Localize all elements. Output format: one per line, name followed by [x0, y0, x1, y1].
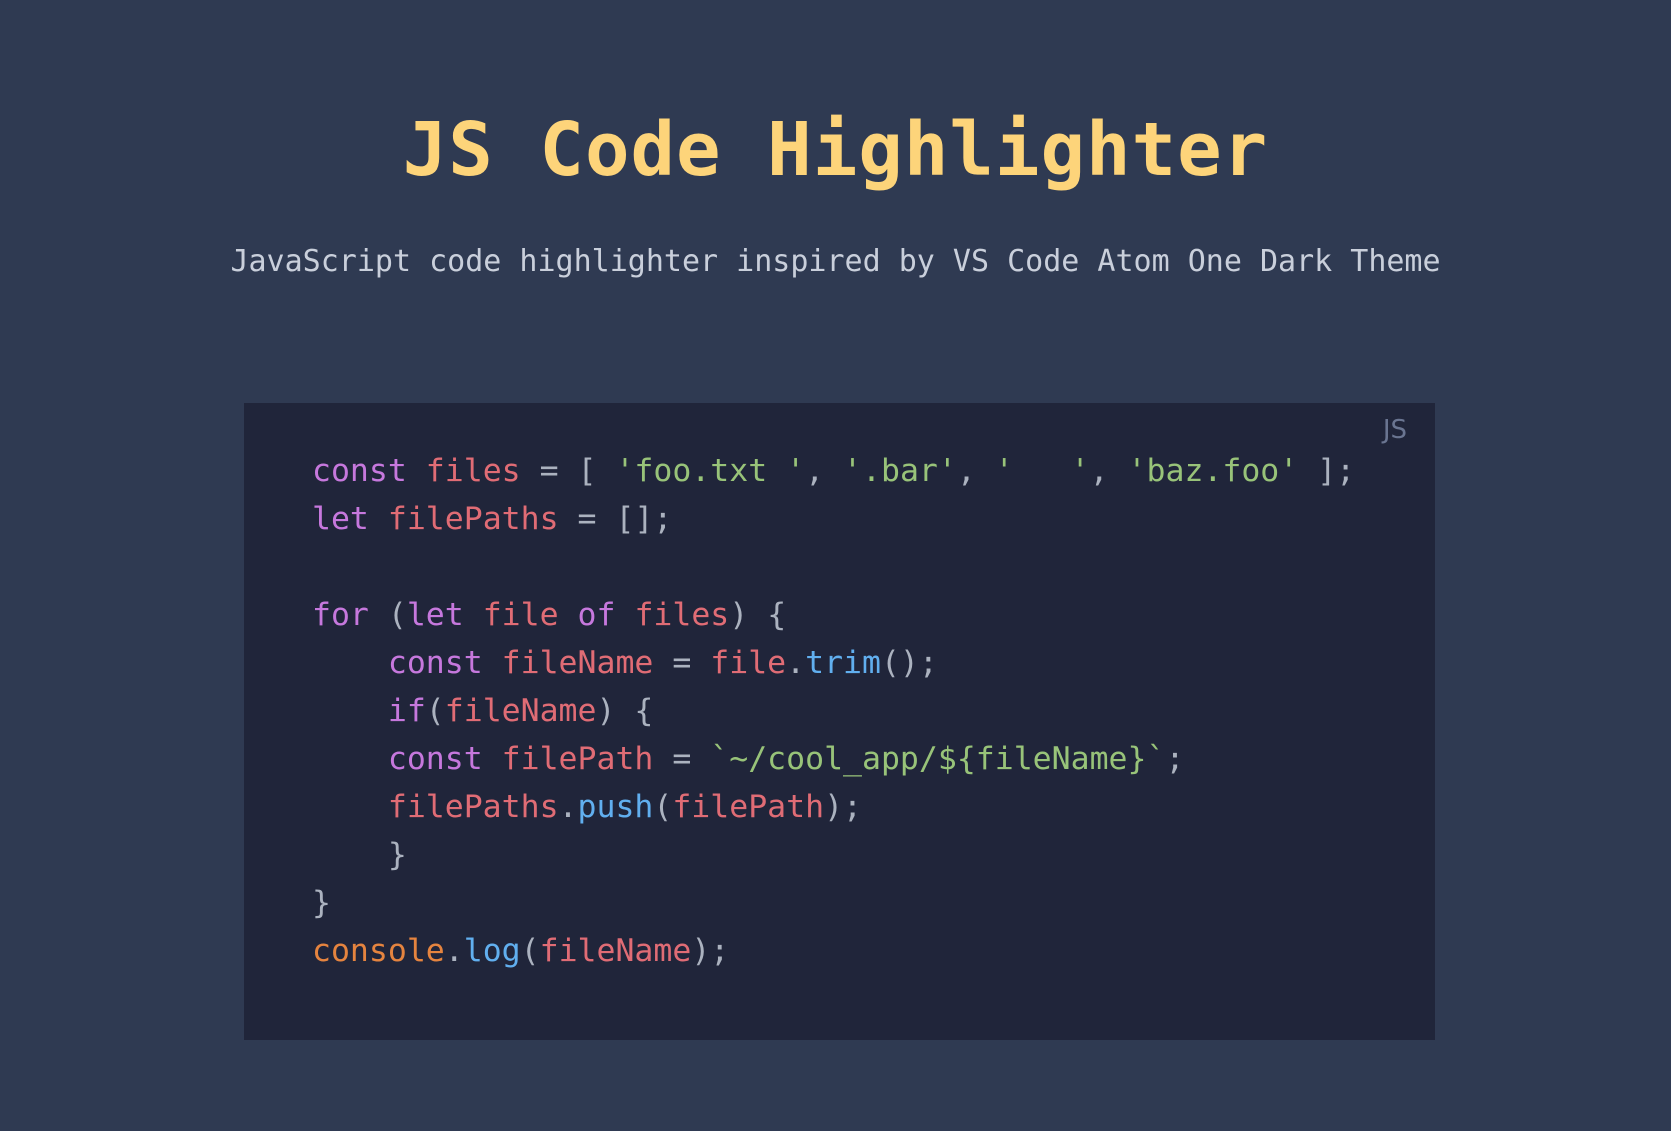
code-punctuation: [312, 645, 388, 681]
code-punctuation: }: [312, 837, 407, 873]
code-punctuation: (: [520, 933, 540, 969]
code-punctuation: }: [312, 885, 331, 921]
code-punctuation: ,: [805, 453, 844, 489]
code-function: log: [463, 933, 521, 969]
code-punctuation: [312, 693, 388, 729]
code-keyword: let: [406, 597, 464, 633]
code-punctuation: [407, 453, 426, 489]
code-punctuation: .: [444, 933, 464, 969]
code-line: const fileName = file.trim();: [312, 639, 1355, 687]
code-variable: filePath: [501, 741, 654, 777]
code-punctuation: ();: [880, 645, 938, 681]
code-punctuation: ];: [1298, 453, 1356, 489]
code-string: '.bar': [843, 453, 957, 489]
code-line: const filePath = `~/cool_app/${fileName}…: [312, 735, 1355, 783]
code-punctuation: =: [653, 645, 711, 681]
code-block: JS const files = [ 'foo.txt ', '.bar', '…: [244, 403, 1435, 1040]
code-string: 'foo.txt ': [615, 453, 806, 489]
code-punctuation: [615, 597, 634, 633]
code-variable: file: [710, 645, 787, 681]
language-badge: JS: [1382, 415, 1407, 445]
code-body: const files = [ 'foo.txt ', '.bar', ' ',…: [312, 447, 1355, 975]
code-variable: filePaths: [387, 789, 559, 825]
page-title: JS Code Highlighter: [402, 107, 1269, 193]
code-function: trim: [805, 645, 881, 681]
code-punctuation: );: [824, 789, 862, 825]
code-punctuation: (: [653, 789, 673, 825]
code-punctuation: [483, 645, 502, 681]
code-punctuation: ) {: [596, 693, 654, 729]
code-line: for (let file of files) {: [312, 591, 1355, 639]
code-punctuation: [369, 501, 388, 537]
code-line: let filePaths = [];: [312, 495, 1355, 543]
code-keyword: if: [387, 693, 426, 729]
code-punctuation: [312, 789, 388, 825]
code-string: 'baz.foo': [1127, 453, 1299, 489]
code-object: console: [312, 933, 445, 969]
code-punctuation: (: [368, 597, 407, 633]
code-line: }: [312, 831, 1355, 879]
code-keyword: for: [312, 597, 369, 633]
code-keyword: const: [387, 741, 483, 777]
code-line: console.log(fileName);: [312, 927, 1355, 975]
code-variable: filePaths: [387, 501, 559, 537]
code-variable: filePath: [672, 789, 825, 825]
code-punctuation: ;: [1165, 741, 1185, 777]
code-string: `~/cool_app/${fileName}`: [710, 741, 1166, 777]
code-string: ' ': [994, 453, 1090, 489]
code-punctuation: ,: [956, 453, 995, 489]
code-punctuation: ) {: [729, 597, 787, 633]
code-punctuation: (: [425, 693, 445, 729]
code-variable: file: [482, 597, 559, 633]
code-keyword: of: [577, 597, 616, 633]
code-punctuation: .: [558, 789, 578, 825]
code-line: filePaths.push(filePath);: [312, 783, 1355, 831]
code-punctuation: =: [653, 741, 711, 777]
code-variable: fileName: [501, 645, 654, 681]
page-subtitle: JavaScript code highlighter inspired by …: [230, 244, 1441, 279]
code-keyword: const: [387, 645, 483, 681]
code-variable: files: [634, 597, 730, 633]
code-line: if(fileName) {: [312, 687, 1355, 735]
code-punctuation: [559, 597, 578, 633]
code-function: push: [577, 789, 654, 825]
code-variable: fileName: [539, 933, 692, 969]
code-punctuation: [464, 597, 483, 633]
code-punctuation: [483, 741, 502, 777]
code-line: }: [312, 879, 1355, 927]
code-keyword: const: [312, 453, 407, 489]
code-punctuation: = [: [520, 453, 616, 489]
code-keyword: let: [312, 501, 369, 537]
code-punctuation: = [];: [558, 501, 673, 537]
code-punctuation: );: [691, 933, 730, 969]
code-line: const files = [ 'foo.txt ', '.bar', ' ',…: [312, 447, 1355, 495]
code-variable: files: [425, 453, 521, 489]
code-punctuation: .: [786, 645, 806, 681]
code-punctuation: [312, 741, 388, 777]
code-variable: fileName: [444, 693, 597, 729]
code-punctuation: ,: [1089, 453, 1128, 489]
